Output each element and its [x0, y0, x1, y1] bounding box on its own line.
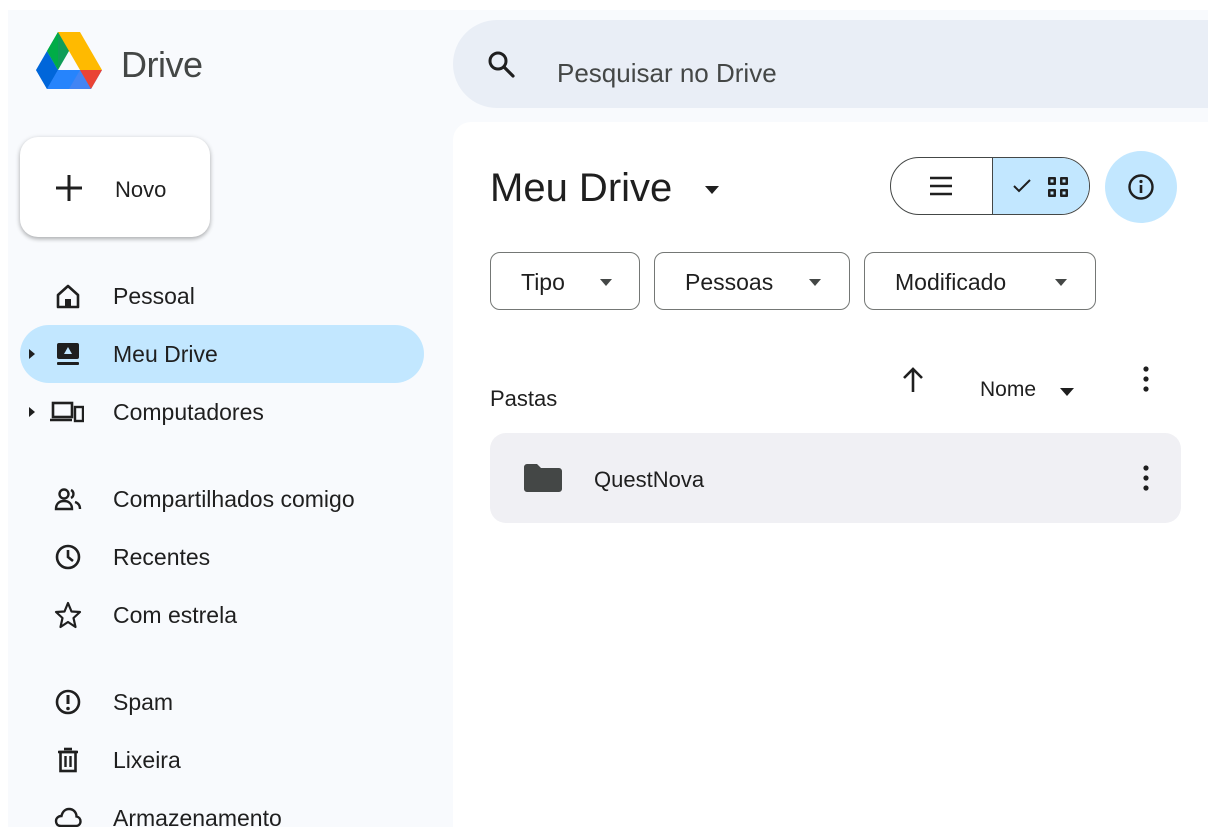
- grid-view-button[interactable]: [992, 158, 1089, 214]
- expand-caret-icon[interactable]: [28, 348, 36, 360]
- cloud-icon: [54, 807, 82, 827]
- new-button[interactable]: Novo: [20, 137, 210, 237]
- filter-chip-modificado[interactable]: Modificado: [864, 252, 1096, 310]
- sort-direction-icon[interactable]: [900, 366, 926, 394]
- list-view-button[interactable]: [891, 158, 992, 214]
- spam-icon: [55, 689, 81, 715]
- chevron-down-icon: [1055, 279, 1067, 286]
- sidebar-item-label: Recentes: [113, 544, 211, 570]
- new-button-label: Novo: [115, 177, 167, 202]
- search-input[interactable]: Pesquisar no Drive: [557, 58, 777, 89]
- sidebar-item-label: Spam: [113, 689, 174, 715]
- chevron-down-icon: [600, 279, 612, 286]
- sidebar-item-armazenamento[interactable]: Armazenamento: [20, 789, 424, 827]
- drive-app: Drive Pesquisar no Drive Novo Pessoal Me…: [8, 10, 1208, 827]
- search-bar[interactable]: Pesquisar no Drive: [453, 20, 1208, 108]
- filter-chip-label: Modificado: [895, 269, 1007, 295]
- sidebar-item-label: Computadores: [113, 399, 264, 425]
- filter-chip-label: Tipo: [521, 269, 565, 295]
- folder-name: QuestNova: [594, 467, 705, 492]
- chevron-down-icon: [809, 279, 821, 286]
- sidebar-item-label: Meu Drive: [113, 341, 218, 367]
- trash-icon: [58, 747, 78, 773]
- sidebar-item-meu-drive[interactable]: Meu Drive: [20, 325, 424, 383]
- title-dropdown-caret-icon[interactable]: [703, 185, 721, 195]
- grid-icon: [1048, 177, 1068, 197]
- star-icon: [54, 601, 82, 629]
- shared-icon: [54, 488, 82, 511]
- search-icon[interactable]: [487, 50, 515, 78]
- folder-icon: [524, 464, 562, 492]
- sidebar-item-label: Lixeira: [113, 747, 181, 773]
- sidebar-item-com-estrela[interactable]: Com estrela: [20, 586, 424, 644]
- sidebar-item-label: Pessoal: [113, 283, 195, 309]
- folder-card[interactable]: QuestNova: [490, 433, 1181, 523]
- sidebar-item-pessoal[interactable]: Pessoal: [20, 267, 424, 325]
- app-name: Drive: [121, 44, 203, 85]
- view-toggle: [890, 157, 1090, 215]
- sidebar-item-label: Compartilhados comigo: [113, 486, 355, 512]
- main-content: Meu Drive Tipo Pessoas Modificado Pastas…: [453, 122, 1208, 827]
- info-icon: [1128, 174, 1154, 200]
- home-icon: [56, 284, 80, 309]
- details-button[interactable]: [1105, 151, 1177, 223]
- sidebar-item-lixeira[interactable]: Lixeira: [20, 731, 424, 789]
- sidebar-item-recentes[interactable]: Recentes: [20, 528, 424, 586]
- page-title[interactable]: Meu Drive: [490, 166, 672, 211]
- sidebar-item-computadores[interactable]: Computadores: [20, 383, 424, 441]
- filter-chip-tipo[interactable]: Tipo: [490, 252, 640, 310]
- drive-logo-icon[interactable]: [36, 32, 102, 94]
- sidebar-item-spam[interactable]: Spam: [20, 673, 424, 731]
- list-icon: [930, 176, 952, 196]
- expand-caret-icon[interactable]: [28, 406, 36, 418]
- sidebar-item-label: Com estrela: [113, 602, 237, 628]
- sort-caret-icon[interactable]: [1060, 388, 1074, 396]
- more-options-icon[interactable]: [1142, 366, 1150, 392]
- sort-by-button[interactable]: Nome: [980, 378, 1036, 402]
- filter-chip-label: Pessoas: [685, 269, 774, 295]
- my-drive-icon: [57, 343, 79, 365]
- filter-chip-pessoas[interactable]: Pessoas: [654, 252, 850, 310]
- section-title: Pastas: [490, 386, 558, 411]
- computers-icon: [50, 401, 84, 423]
- check-icon: [1013, 179, 1031, 193]
- sidebar-item-compartilhados[interactable]: Compartilhados comigo: [20, 470, 424, 528]
- sidebar-item-label: Armazenamento: [113, 805, 282, 827]
- folder-more-options-icon[interactable]: [1142, 465, 1150, 491]
- plus-icon: [56, 175, 82, 201]
- clock-icon: [55, 544, 81, 570]
